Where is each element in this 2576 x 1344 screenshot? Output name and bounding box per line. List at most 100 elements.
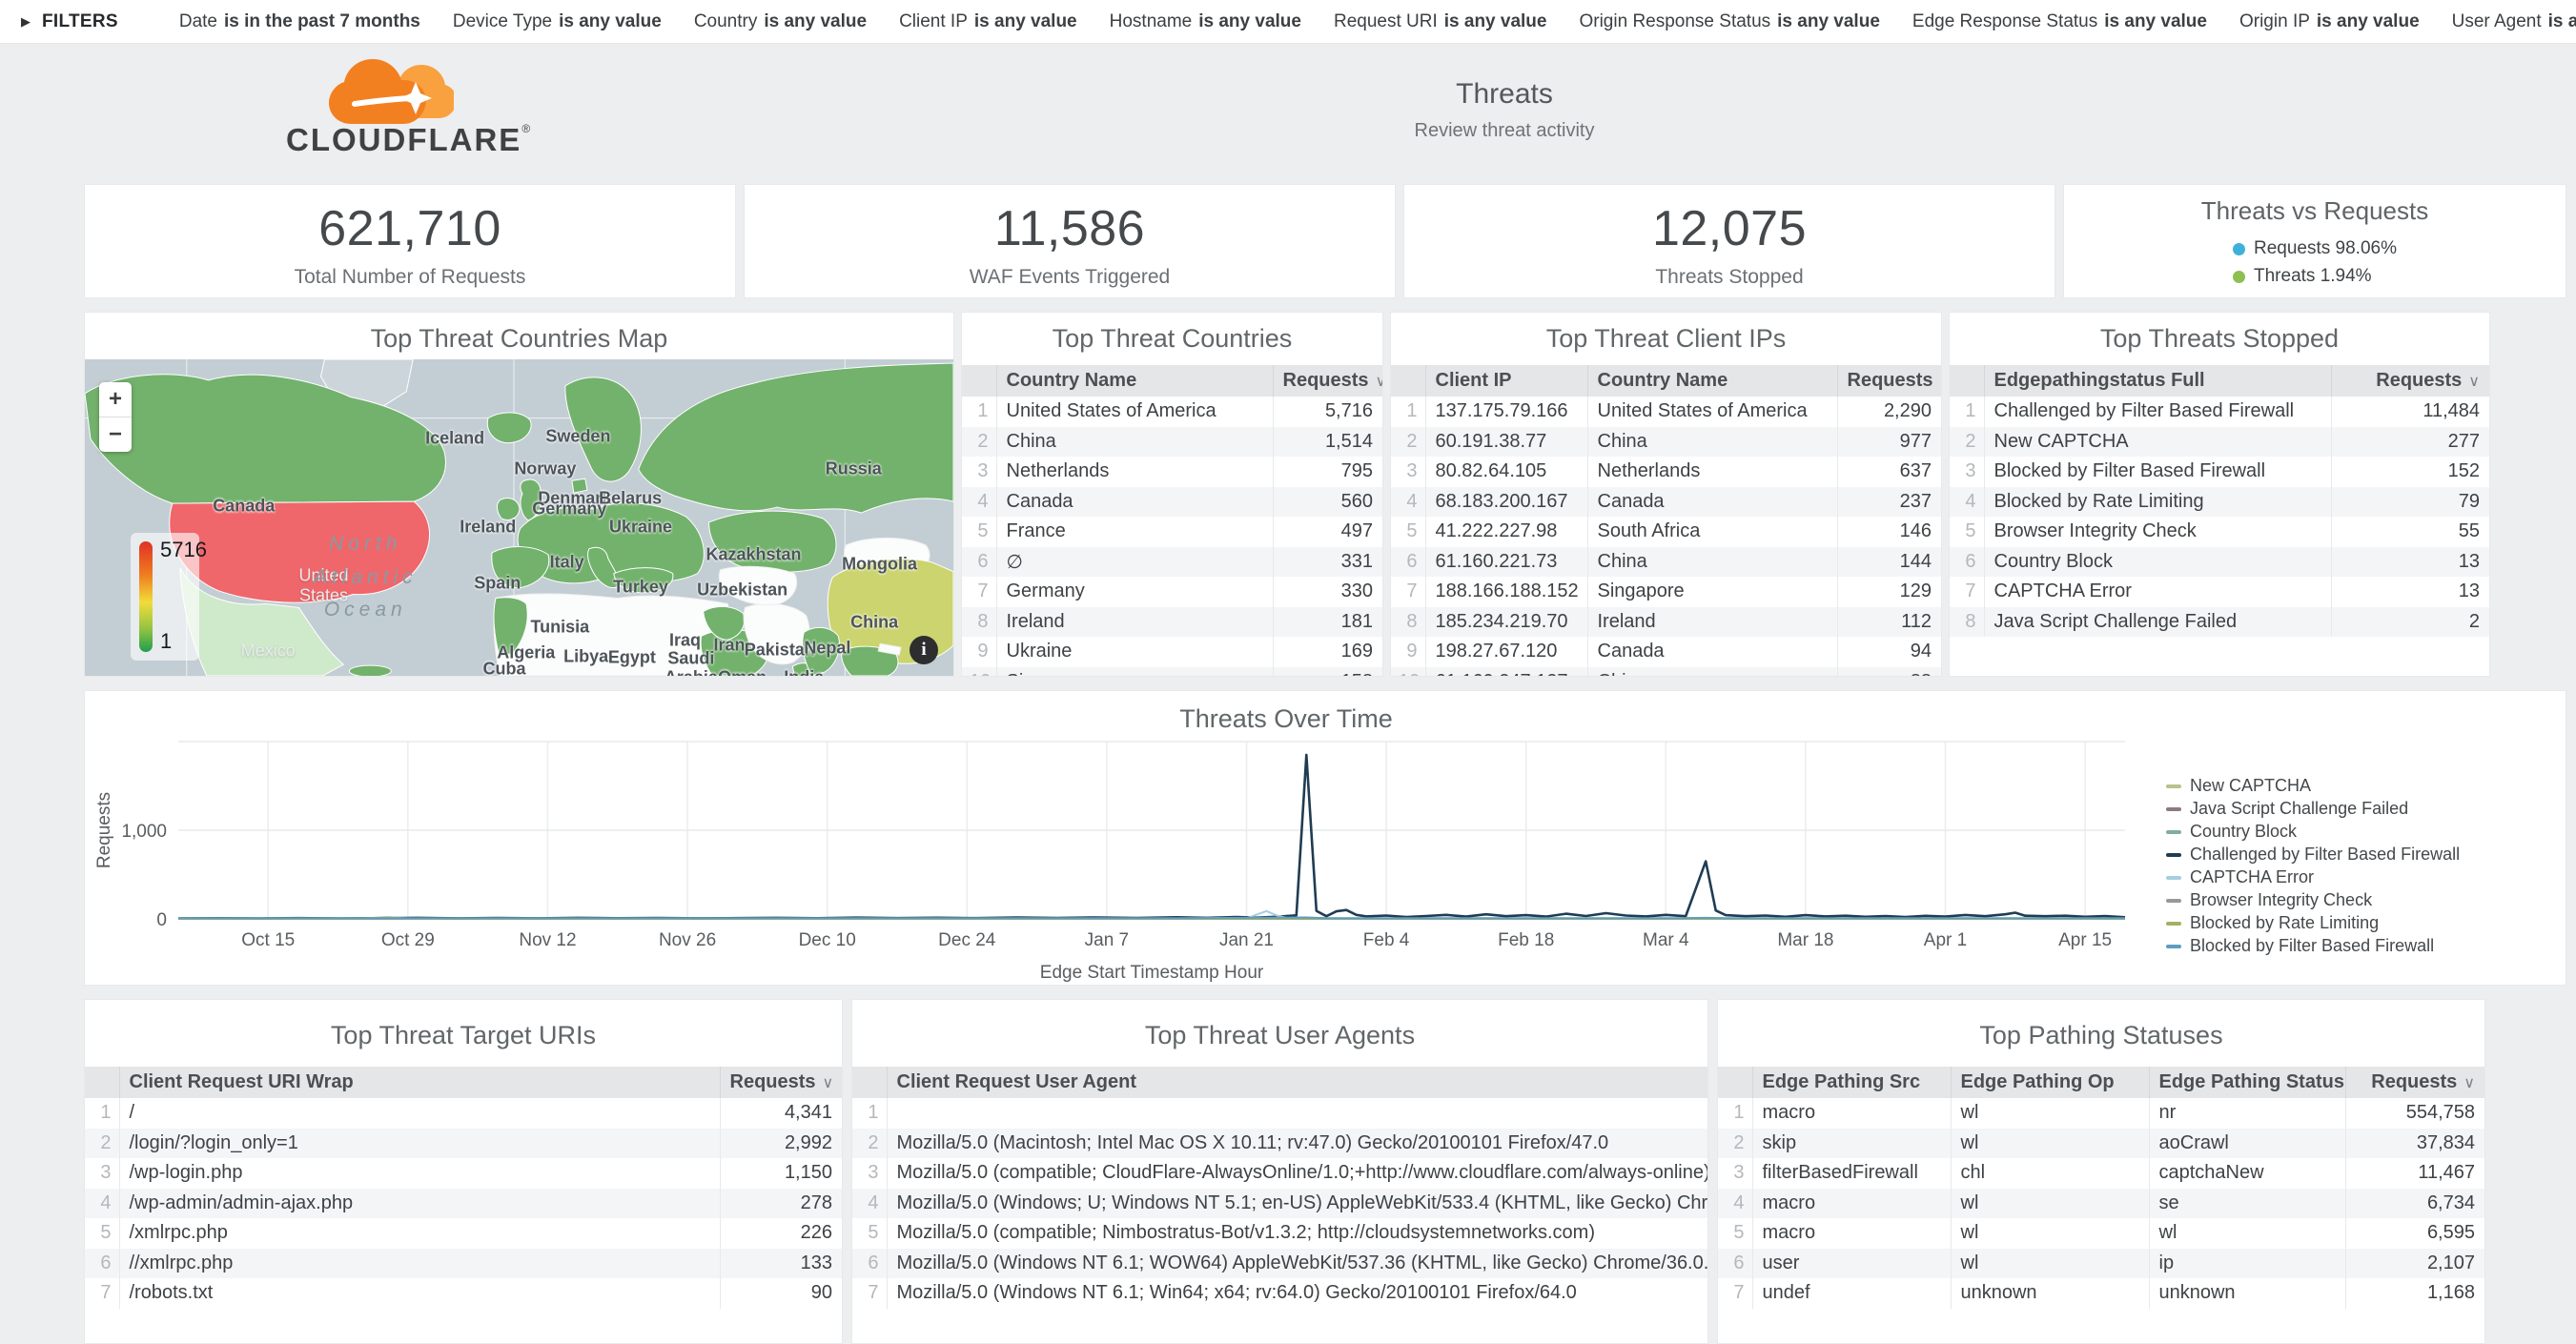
map-info-button[interactable]: i [910,636,938,664]
legend-marker-icon [2166,853,2181,857]
filters-label[interactable]: FILTERS [42,11,118,32]
filter-chip-origin-response-status[interactable]: Origin Response Statusis any value [1579,11,1879,32]
row-number: 1 [962,397,996,427]
row-number-header [852,1067,887,1098]
legend-item-country-block[interactable]: Country Block [2166,823,2460,841]
row-number: 4 [1718,1189,1752,1219]
legend-item-new-captcha[interactable]: New CAPTCHA [2166,777,2460,795]
cell-edgepathingstatus-full: Challenged by Filter Based Firewall [1984,397,2331,427]
filter-bar: ▶ FILTERS Dateis in the past 7 months Dev… [0,0,2576,44]
column-header-requests[interactable]: Requests∨ [720,1067,842,1098]
legend-item-captcha-error[interactable]: CAPTCHA Error [2166,868,2460,886]
legend-item[interactable]: Requests 98.06% [2233,238,2397,259]
column-header-requests[interactable]: Requests∨ [1837,365,1941,397]
map-label-russia: Russia [826,459,882,479]
cell-client-request-uri-wrap: /wp-admin/admin-ajax.php [119,1189,720,1219]
top-threat-target-uris-table: Client Request URI WrapRequests∨1/4,3412… [85,1067,842,1309]
row-number: 6 [962,547,996,578]
legend-item-challenged-by-filter-based-firewall[interactable]: Challenged by Filter Based Firewall [2166,845,2460,864]
row-number: 9 [962,637,996,667]
filter-value: is any value [764,11,867,31]
map-label-italy: Italy [550,553,584,573]
table-row: 1061.160.247.127China88 [1391,667,1941,677]
map-zoom-control: + − [99,382,132,452]
cell-client-request-uri-wrap: /robots.txt [119,1278,720,1309]
column-header-requests[interactable]: Requests∨ [2331,365,2489,397]
column-header-client-request-uri-wrap[interactable]: Client Request URI Wrap [119,1067,720,1098]
map-label-nepal: Nepal [804,639,850,659]
map-zoom-out-button[interactable]: − [99,417,132,452]
legend-item[interactable]: Threats 1.94% [2233,266,2397,287]
row-number: 8 [1391,607,1425,638]
svg-text:Jan 21: Jan 21 [1219,930,1274,950]
filter-list: Dateis in the past 7 months Device Typeis… [179,11,2576,32]
column-header-client-request-user-agent[interactable]: Client Request User Agent [887,1067,1707,1098]
svg-text:Feb 18: Feb 18 [1498,930,1554,950]
filter-value: is any value [1198,11,1301,31]
top-threat-countries-card: Top Threat Countries Country NameRequest… [961,312,1383,677]
filter-chip-edge-response-status[interactable]: Edge Response Statusis any value [1912,11,2207,32]
sort-chevron-icon: ∨ [2464,1075,2475,1091]
filter-chip-user-agent[interactable]: User Agentis any value [2452,11,2576,32]
map-zoom-in-button[interactable]: + [99,382,132,417]
cell-requests: 2,107 [2345,1249,2484,1279]
map-label-uzbekistan: Uzbekistan [697,580,787,601]
filter-chip-country[interactable]: Countryis any value [694,11,867,32]
world-map[interactable]: CanadaUnited StatesMexicoCubaIcelandSwed… [85,359,953,676]
top-threats-stopped-table: Edgepathingstatus FullRequests∨1Challeng… [1950,365,2489,637]
legend-item-blocked-by-rate-limiting[interactable]: Blocked by Rate Limiting [2166,914,2460,932]
cell-client-request-user-agent: Mozilla/5.0 (Windows; U; Windows NT 5.1;… [887,1189,1707,1219]
filter-value: is any value [2317,11,2420,31]
map-label-turkey: Turkey [613,577,668,597]
filter-chip-hostname[interactable]: Hostnameis any value [1110,11,1301,32]
column-header-edgepathingstatus-full[interactable]: Edgepathingstatus Full [1984,365,2331,397]
table-row: 7CAPTCHA Error13 [1950,577,2489,607]
table-row: 7undefunknownunknown1,168 [1718,1278,2484,1309]
map-label-norway: Norway [514,459,576,479]
column-header-country-name[interactable]: Country Name [1587,365,1837,397]
cell-edge-pathing-src: filterBasedFirewall [1752,1158,1951,1189]
legend-label: Requests 98.06% [2254,238,2397,259]
row-number-header [1950,365,1984,397]
column-header-requests[interactable]: Requests∨ [1273,365,1382,397]
svg-text:Edge Start Timestamp Hour: Edge Start Timestamp Hour [1040,963,1264,983]
filters-expand-icon[interactable]: ▶ [21,14,31,30]
threats-vs-requests-legend: Requests 98.06% Threats 1.94% [2233,238,2397,287]
cell-requests: 181 [1273,607,1382,638]
cell-country-name: Singapore [1587,577,1837,607]
column-header-edge-pathing-src[interactable]: Edge Pathing Src [1752,1067,1951,1098]
column-header-country-name[interactable]: Country Name [996,365,1273,397]
map-label-algeria: Algeria [497,643,555,663]
legend-item-browser-integrity-check[interactable]: Browser Integrity Check [2166,891,2460,909]
legend-item-blocked-by-filter-based-firewall[interactable]: Blocked by Filter Based Firewall [2166,937,2460,955]
cell-edge-pathing-src: macro [1752,1098,1951,1129]
table-row: 4Canada560 [962,487,1382,518]
cell-client-ip: 198.27.67.120 [1425,637,1587,667]
row-number: 5 [852,1218,887,1249]
filter-chip-client-ip[interactable]: Client IPis any value [899,11,1077,32]
legend-dot-icon [2233,271,2245,283]
filter-chip-request-uri[interactable]: Request URIis any value [1334,11,1547,32]
map-card: Top Threat Countries Map [84,312,954,677]
filter-chip-device-type[interactable]: Device Typeis any value [453,11,662,32]
filter-chip-date[interactable]: Dateis in the past 7 months [179,11,420,32]
row-number: 5 [1718,1218,1752,1249]
stat-value: 11,586 [745,200,1395,257]
row-number: 9 [1391,637,1425,667]
table-row: 8Java Script Challenge Failed2 [1950,607,2489,638]
chart-legend: New CAPTCHA Java Script Challenge Failed C… [2166,777,2460,955]
map-label-libya: Libya [563,646,608,666]
cell-client-request-user-agent [887,1098,1707,1129]
column-header-edge-pathing-op[interactable]: Edge Pathing Op [1951,1067,2149,1098]
table-row: 380.82.64.105Netherlands637 [1391,457,1941,487]
column-header-requests[interactable]: Requests∨ [2345,1067,2484,1098]
cell-requests: 237 [1837,487,1941,518]
filter-chip-origin-ip[interactable]: Origin IPis any value [2239,11,2420,32]
legend-item-java-script-challenge-failed[interactable]: Java Script Challenge Failed [2166,800,2460,818]
registered-mark: ® [521,122,532,135]
table-row: 6Mozilla/5.0 (Windows NT 6.1; WOW64) App… [852,1249,1707,1279]
column-header-edge-pathing-status[interactable]: Edge Pathing Status [2149,1067,2345,1098]
table-row: 3filterBasedFirewallchlcaptchaNew11,467 [1718,1158,2484,1189]
column-header-client-ip[interactable]: Client IP [1425,365,1587,397]
table-row: 2New CAPTCHA277 [1950,427,2489,458]
